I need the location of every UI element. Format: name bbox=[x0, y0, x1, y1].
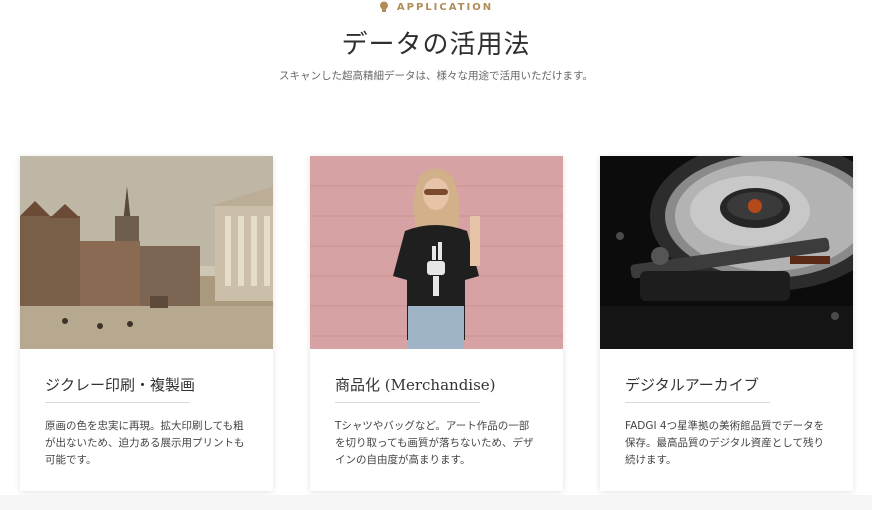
lightbulb-icon bbox=[379, 1, 388, 12]
eyebrow-label: APPLICATION bbox=[396, 1, 494, 13]
section-title: データの活用法 bbox=[341, 30, 531, 60]
card-divider bbox=[45, 402, 190, 403]
card-description-line: 原画の色を忠実に再現。拡大印刷しても粗 bbox=[45, 420, 244, 432]
card-divider bbox=[335, 402, 480, 403]
card-image-painting bbox=[20, 156, 273, 349]
card-title: デジタルアーカイブ bbox=[625, 376, 759, 394]
card-description-line: Tシャツやバッグなど。アート作品の一部 bbox=[335, 420, 530, 432]
application-card-merchandise[interactable]: 商品化 (Merchandise) Tシャツやバッグなど。アート作品の一部 を切… bbox=[310, 156, 563, 491]
application-card-giclee[interactable]: ジクレー印刷・複製画 原画の色を忠実に再現。拡大印刷しても粗 が出ないため、迫力… bbox=[20, 156, 273, 491]
card-description-line: を切り取っても画質が落ちないため、デザ bbox=[335, 437, 534, 449]
section-eyebrow: APPLICATION bbox=[0, 1, 872, 13]
card-description-line: 続けます。 bbox=[625, 454, 677, 466]
section-subtitle: スキャンした超高精細データは、様々な用途で活用いただけます。 bbox=[279, 70, 593, 82]
card-title: 商品化 (Merchandise) bbox=[335, 376, 496, 394]
card-description-line: インの自由度が高まります。 bbox=[335, 454, 471, 466]
card-description: FADGI 4つ星準拠の美術館品質でデータを 保存。最高品質のデジタル資産として… bbox=[625, 418, 830, 469]
card-description: Tシャツやバッグなど。アート作品の一部 を切り取っても画質が落ちないため、デザ … bbox=[335, 418, 540, 469]
card-description: 原画の色を忠実に再現。拡大印刷しても粗 が出ないため、迫力ある展示用プリントも … bbox=[45, 418, 250, 469]
card-description-line: 可能です。 bbox=[45, 454, 97, 466]
card-image-tshirt-model bbox=[310, 156, 563, 349]
card-description-line: FADGI 4つ星準拠の美術館品質でデータを bbox=[625, 420, 825, 432]
card-description-line: が出ないため、迫力ある展示用プリントも bbox=[45, 437, 245, 449]
card-divider bbox=[625, 402, 770, 403]
card-description-line: 保存。最高品質のデジタル資産として残り bbox=[625, 437, 824, 449]
card-title: ジクレー印刷・複製画 bbox=[45, 376, 196, 394]
section-bottom-strip bbox=[0, 495, 872, 510]
application-card-archive[interactable]: デジタルアーカイブ FADGI 4つ星準拠の美術館品質でデータを 保存。最高品質… bbox=[600, 156, 853, 491]
card-image-hard-disk bbox=[600, 156, 853, 349]
